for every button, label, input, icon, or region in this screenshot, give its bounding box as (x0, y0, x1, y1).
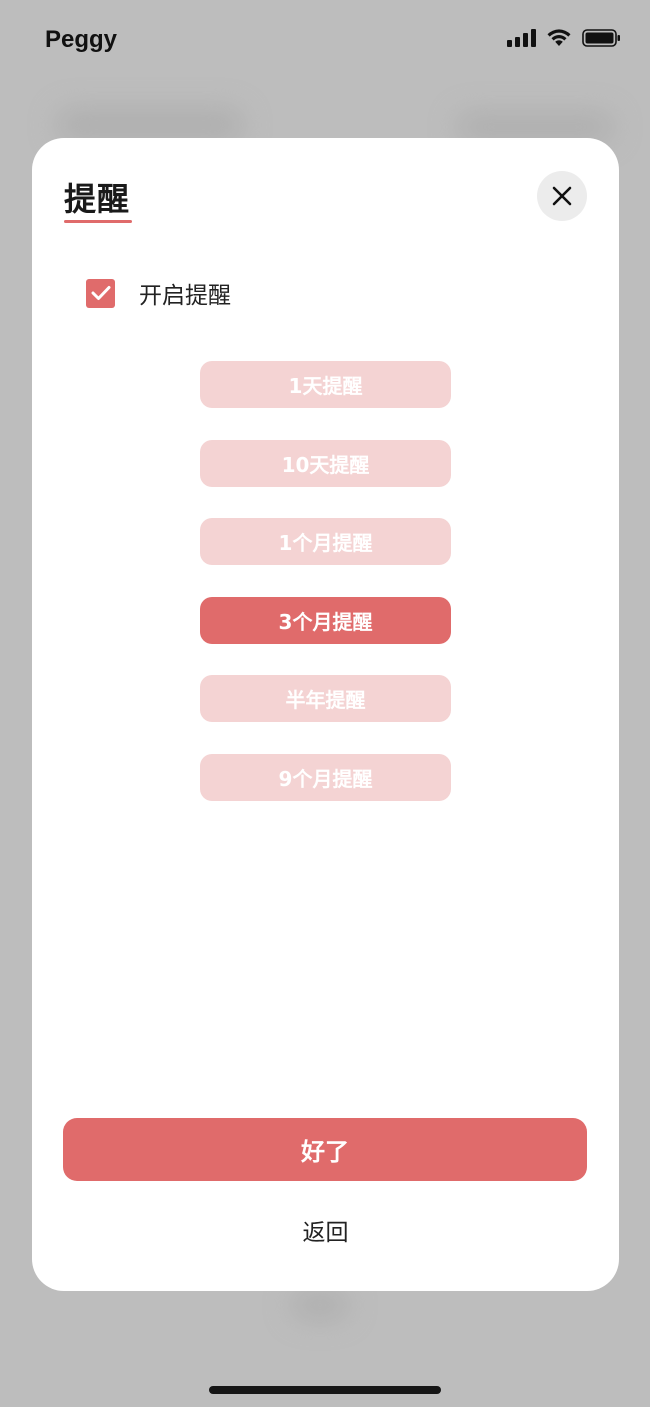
reminder-modal: 提醒 开启提醒 1天提醒 10天提醒 1个月提醒 3个月提醒 半年提醒 9个月提… (32, 138, 619, 1291)
back-button[interactable]: 返回 (32, 1213, 619, 1247)
title-underline (64, 220, 132, 223)
status-icons (507, 28, 622, 48)
option-3-months[interactable]: 3个月提醒 (200, 596, 451, 644)
background-blur (290, 1290, 350, 1320)
enable-reminder-row[interactable]: 开启提醒 (86, 276, 231, 310)
close-icon (552, 186, 572, 206)
background-blur (55, 108, 245, 142)
checkmark-icon (91, 286, 110, 300)
status-bar: Peggy (0, 0, 650, 80)
enable-reminder-checkbox[interactable] (86, 278, 115, 308)
option-half-year[interactable]: 半年提醒 (200, 675, 451, 723)
modal-title: 提醒 (64, 180, 131, 218)
close-button[interactable] (537, 171, 587, 221)
home-indicator (209, 1386, 441, 1394)
wifi-icon (547, 29, 571, 46)
option-1-day[interactable]: 1天提醒 (200, 361, 451, 408)
option-9-months[interactable]: 9个月提醒 (200, 753, 451, 801)
option-1-month[interactable]: 1个月提醒 (200, 518, 451, 566)
option-10-days[interactable]: 10天提醒 (200, 439, 451, 487)
enable-reminder-label: 开启提醒 (139, 283, 231, 309)
cellular-signal-icon (507, 29, 536, 47)
reminder-options: 1天提醒 10天提醒 1个月提醒 3个月提醒 半年提醒 9个月提醒 (200, 361, 451, 833)
battery-icon (582, 29, 620, 47)
carrier-name: Peggy (45, 26, 118, 53)
ok-button[interactable]: 好了 (63, 1118, 587, 1181)
